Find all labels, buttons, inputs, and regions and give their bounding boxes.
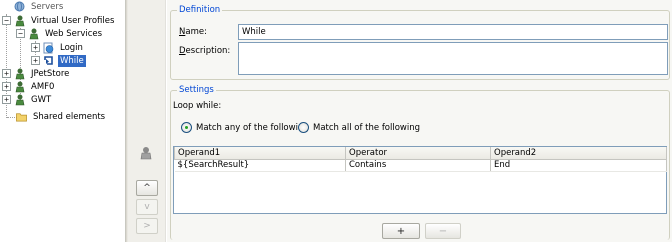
tree-item-login[interactable]: + Login: [31, 41, 85, 54]
page-icon: [43, 42, 54, 54]
radio-selected-icon: [181, 122, 192, 133]
tree-item-label: Shared elements: [33, 111, 106, 122]
collapse-toggle[interactable]: −: [2, 16, 11, 25]
expand-toggle[interactable]: +: [31, 43, 40, 52]
shared-element-button[interactable]: [135, 145, 157, 161]
loop-icon: [43, 55, 54, 67]
tree-item-label: Login: [60, 42, 83, 53]
folder-icon: [16, 111, 27, 123]
column-header-operator[interactable]: Operator: [345, 147, 491, 160]
radio-unselected-icon: [298, 122, 309, 133]
settings-legend: Settings: [177, 85, 216, 96]
side-toolbar: ^ v >: [128, 0, 166, 242]
move-right-button[interactable]: >: [136, 218, 158, 234]
tree-item-jpetstore[interactable]: + JPetStore: [2, 67, 71, 80]
tree-item-label: JPetStore: [31, 68, 70, 79]
table-row[interactable]: ${SearchResult} Contains End: [174, 159, 667, 172]
tree-item-label: Virtual User Profiles: [31, 15, 115, 26]
column-header-operand1[interactable]: Operand1: [174, 147, 346, 160]
project-tree[interactable]: Servers − Virtual User Profiles − Web Se…: [0, 0, 125, 242]
expand-toggle[interactable]: +: [31, 56, 40, 65]
expand-toggle[interactable]: +: [2, 69, 11, 78]
minus-icon: −: [438, 225, 448, 237]
user-profiles-icon: [14, 15, 25, 27]
move-up-button[interactable]: ^: [136, 180, 158, 196]
user-profile-icon: [14, 68, 25, 80]
servers-icon: [14, 1, 25, 13]
match-all-radio[interactable]: Match all of the following: [298, 122, 420, 133]
loop-while-label: Loop while:: [173, 101, 222, 111]
tree-item-virtual-user-profiles[interactable]: − Virtual User Profiles: [2, 14, 116, 27]
tree-item-label: Servers: [31, 1, 64, 12]
operand2-cell[interactable]: End: [490, 159, 667, 172]
user-profile-icon: [14, 94, 25, 106]
table-header-row: Operand1 Operator Operand2: [174, 147, 667, 160]
tree-item-while[interactable]: + While: [31, 54, 86, 67]
tree-item-amf0[interactable]: + AMF0: [2, 80, 56, 93]
collapse-toggle[interactable]: −: [16, 29, 25, 38]
description-field[interactable]: [238, 42, 668, 75]
operand1-cell[interactable]: ${SearchResult}: [174, 159, 346, 172]
expand-toggle[interactable]: +: [2, 82, 11, 91]
conditions-table: Operand1 Operator Operand2 ${SearchResul…: [174, 147, 667, 172]
tree-item-label: GWT: [31, 94, 52, 105]
definition-group: Definition Name: While Description:: [170, 5, 670, 80]
move-down-button[interactable]: v: [136, 199, 158, 215]
user-profile-icon: [14, 81, 25, 93]
chevron-down-icon: v: [144, 202, 150, 212]
definition-legend: Definition: [177, 5, 223, 16]
tree-item-shared-elements[interactable]: Shared elements: [16, 110, 107, 123]
shared-element-icon: [140, 147, 152, 160]
operator-cell[interactable]: Contains: [345, 159, 491, 172]
while-editor-panel: Definition Name: While Description: Sett…: [167, 0, 672, 242]
tree-item-web-services[interactable]: − Web Services: [16, 27, 104, 40]
remove-condition-button[interactable]: −: [425, 223, 461, 239]
match-any-label: Match any of the following: [196, 122, 309, 133]
tree-item-label: Web Services: [45, 28, 103, 39]
settings-group: Settings Loop while: Match any of the fo…: [170, 85, 670, 240]
tree-item-servers[interactable]: Servers: [14, 0, 65, 13]
chevron-right-icon: >: [143, 221, 151, 231]
match-all-label: Match all of the following: [313, 122, 421, 133]
column-header-operand2[interactable]: Operand2: [490, 147, 667, 160]
name-field[interactable]: While: [238, 24, 668, 40]
plus-icon: +: [396, 225, 406, 237]
match-any-radio[interactable]: Match any of the following: [181, 122, 309, 133]
tree-item-label: While: [58, 54, 86, 67]
expand-toggle[interactable]: +: [2, 95, 11, 104]
name-label: Name:: [179, 27, 207, 37]
description-label: Description:: [179, 46, 231, 56]
conditions-table-frame: Operand1 Operator Operand2 ${SearchResul…: [173, 146, 667, 214]
add-condition-button[interactable]: +: [382, 223, 420, 239]
tree-item-label: AMF0: [31, 81, 55, 92]
chevron-up-icon: ^: [143, 183, 151, 193]
tree-item-gwt[interactable]: + GWT: [2, 93, 53, 106]
user-profile-icon: [28, 28, 39, 40]
